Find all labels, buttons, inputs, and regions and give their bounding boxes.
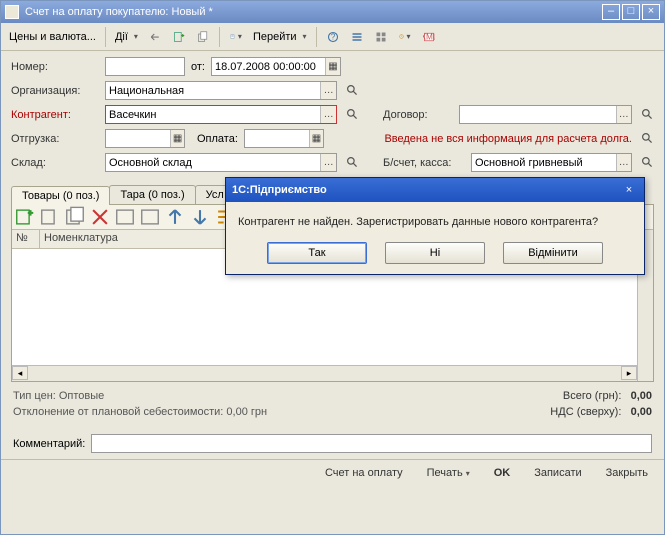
print-button[interactable]: Печать (419, 464, 478, 482)
help-icon[interactable]: ? (322, 26, 344, 48)
otkl-text: Отклонение от плановой себестоимости: 0,… (13, 406, 267, 418)
modal-titlebar: 1С:Підприємство × (226, 178, 644, 202)
tab-goods[interactable]: Товары (0 поз.) (11, 186, 110, 205)
number-field[interactable] (105, 57, 185, 76)
ellipsis-icon[interactable]: … (320, 154, 336, 171)
copy-row-icon[interactable] (64, 207, 86, 227)
clock-icon[interactable] (394, 26, 416, 48)
nds-label: НДС (сверху): (550, 406, 621, 418)
ok-button[interactable]: OK (486, 464, 519, 482)
delete-row-icon[interactable] (89, 207, 111, 227)
move-icon[interactable] (114, 207, 136, 227)
move2-icon[interactable] (139, 207, 161, 227)
oplata-field[interactable]: ▦ (244, 129, 324, 148)
otgruzka-label: Отгрузка: (11, 133, 99, 145)
sklad-field[interactable]: … (105, 153, 337, 172)
ellipsis-icon[interactable]: … (320, 82, 336, 99)
bschet-label: Б/счет, касса: (383, 157, 465, 169)
date-field[interactable]: ▦ (211, 57, 341, 76)
dogovor-field[interactable]: … (459, 105, 632, 124)
search-icon[interactable] (345, 106, 359, 123)
go-menu[interactable]: Перейти (249, 31, 311, 43)
pricetype-text: Тип цен: Оптовые (13, 390, 104, 402)
info-message: Введена не вся информация для расчета до… (330, 133, 632, 145)
number-label: Номер: (11, 61, 99, 73)
modal-close-icon[interactable]: × (620, 182, 638, 198)
edit-row-icon[interactable] (39, 207, 61, 227)
org-label: Организация: (11, 85, 99, 97)
modal-title: 1С:Підприємство (232, 184, 327, 196)
grid-icon[interactable] (370, 26, 392, 48)
otgruzka-field[interactable]: ▦ (105, 129, 185, 148)
scroll-right-icon[interactable]: ▸ (621, 366, 637, 380)
down-icon[interactable] (189, 207, 211, 227)
search-icon[interactable] (640, 130, 654, 147)
maximize-button[interactable]: □ (622, 4, 640, 20)
add-row-icon[interactable] (14, 207, 36, 227)
modal-cancel-button[interactable]: Відмінити (503, 242, 603, 264)
contr-field[interactable]: … (105, 105, 337, 124)
close-button[interactable]: × (642, 4, 660, 20)
modal-no-button[interactable]: Ні (385, 242, 485, 264)
calendar-icon[interactable]: ▦ (309, 130, 323, 147)
total-label: Всего (грн): (563, 390, 622, 402)
actions-menu[interactable]: Дії (111, 31, 142, 43)
tool-doc-icon[interactable] (225, 26, 247, 48)
nds-value: 0,00 (631, 406, 652, 418)
search-icon[interactable] (345, 82, 359, 99)
tool-copy-icon[interactable] (192, 26, 214, 48)
contr-label: Контрагент: (11, 109, 99, 121)
calendar-icon[interactable]: ▦ (170, 130, 184, 147)
list-icon[interactable] (346, 26, 368, 48)
h-scrollbar[interactable]: ◂ ▸ (12, 365, 637, 381)
xml-icon[interactable]: XML (418, 26, 440, 48)
toolbar: Цены и валюта... Дії Перейти ? XML (1, 23, 664, 51)
tab-tara[interactable]: Тара (0 поз.) (109, 185, 195, 204)
modal-message: Контрагент не найден. Зарегистрировать д… (238, 216, 632, 228)
calendar-icon[interactable]: ▦ (325, 58, 340, 75)
ellipsis-icon[interactable]: … (320, 106, 336, 123)
scroll-left-icon[interactable]: ◂ (12, 366, 28, 380)
bottom-bar: Счет на оплату Печать OK Записати Закрыт… (1, 459, 664, 486)
ellipsis-icon[interactable]: … (616, 154, 631, 171)
from-label: от: (191, 61, 205, 73)
up-icon[interactable] (164, 207, 186, 227)
search-icon[interactable] (640, 154, 654, 171)
tool-left-icon[interactable] (144, 26, 166, 48)
tool-add-icon[interactable] (168, 26, 190, 48)
search-icon[interactable] (345, 154, 359, 171)
ellipsis-icon[interactable]: … (616, 106, 632, 123)
footer: Тип цен: Оптовые Всего (грн): 0,00 Откло… (1, 382, 664, 430)
col-n: № (12, 230, 40, 248)
svg-text:?: ? (330, 32, 335, 41)
org-field[interactable]: … (105, 81, 337, 100)
modal-dialog: 1С:Підприємство × Контрагент не найден. … (225, 177, 645, 275)
comment-label: Комментарий: (13, 438, 85, 450)
oplata-label: Оплата: (197, 133, 238, 145)
search-icon[interactable] (640, 106, 654, 123)
close-button-bottom[interactable]: Закрыть (598, 464, 656, 482)
modal-yes-button[interactable]: Так (267, 242, 367, 264)
bschet-field[interactable]: … (471, 153, 632, 172)
window-title: Счет на оплату покупателю: Новый * (25, 6, 600, 18)
total-value: 0,00 (631, 390, 652, 402)
save-button[interactable]: Записати (526, 464, 589, 482)
comment-field[interactable] (91, 434, 652, 453)
form-area: Номер: от: ▦ Организация: … Контрагент: … (1, 51, 664, 181)
schet-button[interactable]: Счет на оплату (317, 464, 411, 482)
app-icon (5, 5, 19, 19)
sklad-label: Склад: (11, 157, 99, 169)
titlebar: Счет на оплату покупателю: Новый * – □ × (1, 1, 664, 23)
svg-text:XML: XML (423, 32, 435, 41)
dogovor-label: Договор: (383, 109, 453, 121)
prices-currency-menu[interactable]: Цены и валюта... (5, 31, 100, 43)
minimize-button[interactable]: – (602, 4, 620, 20)
